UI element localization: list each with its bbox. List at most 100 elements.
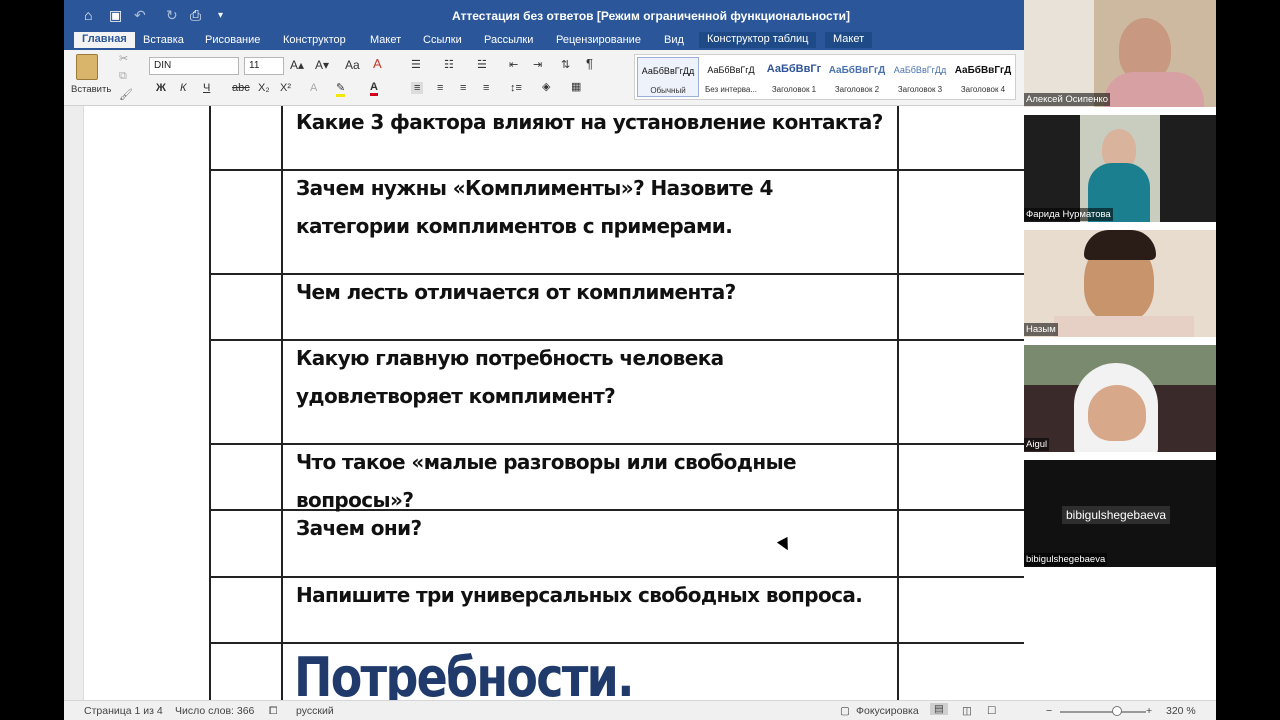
question-7: Напишите три универсальных свободных воп… xyxy=(296,583,863,607)
text-effects-icon[interactable]: A xyxy=(310,82,317,94)
format-painter-icon[interactable]: 🖌 xyxy=(119,88,133,101)
style-normal[interactable]: АаБбВвГгДд Обычный xyxy=(637,57,699,97)
save-icon[interactable]: ▣ xyxy=(109,7,122,24)
tab-view[interactable]: Вид xyxy=(664,34,684,46)
tab-review[interactable]: Рецензирование xyxy=(556,34,641,46)
customize-toolbar-icon[interactable]: ▾ xyxy=(218,10,223,21)
participant-tile[interactable]: Назым xyxy=(1024,230,1216,337)
tab-insert[interactable]: Вставка xyxy=(143,34,184,46)
participant-name: Фарида Нурматова xyxy=(1024,208,1113,221)
change-case-icon[interactable]: Aa xyxy=(345,58,360,72)
style-name: Без интерва... xyxy=(704,85,758,94)
decrease-indent-icon[interactable]: ⇤ xyxy=(509,58,518,71)
font-name-select[interactable]: DIN xyxy=(149,57,239,75)
show-marks-icon[interactable]: ¶ xyxy=(586,56,593,71)
borders-icon[interactable]: ▦ xyxy=(571,80,581,93)
read-mode-icon[interactable]: ☐ xyxy=(987,705,996,717)
question-2: Зачем нужны «Комплименты»? Назовите 4 ка… xyxy=(296,176,773,238)
justify-icon[interactable]: ≡ xyxy=(483,82,489,94)
question-3: Чем лесть отличается от комплимента? xyxy=(296,280,736,304)
line-spacing-icon[interactable]: ↕≡ xyxy=(510,82,522,94)
redo-icon[interactable]: ↻ xyxy=(166,7,178,24)
proofing-icon[interactable]: ⧠ xyxy=(269,705,277,718)
question-5: Что такое «малые разговоры или свободные… xyxy=(296,450,797,512)
tab-table-layout[interactable]: Макет xyxy=(825,32,873,48)
highlight-icon[interactable]: ✎ xyxy=(336,81,346,97)
participant-face xyxy=(1088,385,1146,441)
focus-icon[interactable]: ▢ xyxy=(840,705,850,717)
page-count[interactable]: Страница 1 из 4 xyxy=(84,705,163,717)
participant-name: Назым xyxy=(1024,323,1058,336)
bullets-icon[interactable]: ☰ xyxy=(411,58,421,71)
style-sample: АаБбВвГгДд xyxy=(893,65,947,75)
shading-icon[interactable]: ◈ xyxy=(542,80,550,93)
shrink-font-icon[interactable]: A▾ xyxy=(315,58,329,72)
style-sample: АаБбВвГгД xyxy=(954,65,1012,76)
increase-indent-icon[interactable]: ⇥ xyxy=(533,58,542,71)
superscript-icon[interactable]: X² xyxy=(280,82,291,94)
participant-tile[interactable]: bibigulshegebaeva bibigulshegebaeva xyxy=(1024,460,1216,567)
multilevel-list-icon[interactable]: ☱ xyxy=(477,58,487,71)
focus-mode[interactable]: Фокусировка xyxy=(856,705,919,717)
participant-tile[interactable]: Алексей Осипенко xyxy=(1024,0,1216,107)
zoom-in-icon[interactable]: + xyxy=(1146,705,1152,717)
home-icon[interactable]: ⌂ xyxy=(84,7,92,23)
bold-icon[interactable]: Ж xyxy=(156,82,166,94)
style-no-spacing[interactable]: АаБбВвГгД Без интерва... xyxy=(700,57,762,97)
underline-icon[interactable]: Ч xyxy=(203,82,210,94)
clear-formatting-icon[interactable]: A xyxy=(373,56,382,71)
zoom-out-icon[interactable]: − xyxy=(1046,705,1052,717)
participant-body xyxy=(1104,72,1204,107)
align-center-icon[interactable]: ≡ xyxy=(437,82,443,94)
participant-name: Алексей Осипенко xyxy=(1024,93,1111,106)
participant-body xyxy=(1054,316,1194,337)
style-sample: АаБбВвГг xyxy=(766,63,822,75)
grow-font-icon[interactable]: A▴ xyxy=(290,58,304,72)
style-heading-4[interactable]: АаБбВвГгД Заголовок 4 xyxy=(952,57,1014,97)
style-sample: АаБбВвГгД xyxy=(828,65,886,76)
style-heading-3[interactable]: АаБбВвГгДд Заголовок 3 xyxy=(889,57,951,97)
tab-table-design[interactable]: Конструктор таблиц xyxy=(699,32,817,48)
web-layout-icon[interactable]: ◫ xyxy=(962,705,972,717)
participant-tile[interactable]: Фарида Нурматова xyxy=(1024,115,1216,222)
zoom-slider[interactable] xyxy=(1060,711,1146,713)
subscript-icon[interactable]: X₂ xyxy=(258,82,270,94)
print-icon[interactable]: ⎙ xyxy=(190,7,201,24)
zoom-slider-handle[interactable] xyxy=(1112,706,1122,716)
strikethrough-icon[interactable]: abc xyxy=(232,82,250,94)
participant-face xyxy=(1119,18,1171,80)
tab-layout[interactable]: Макет xyxy=(370,34,401,46)
undo-icon[interactable]: ↶ xyxy=(134,7,146,24)
cut-icon[interactable]: ✂ xyxy=(119,52,128,65)
style-name: Заголовок 2 xyxy=(834,85,880,94)
print-layout-icon[interactable]: ▤ xyxy=(930,703,948,715)
numbering-icon[interactable]: ☷ xyxy=(444,58,454,71)
tab-design[interactable]: Конструктор xyxy=(283,34,346,46)
align-right-icon[interactable]: ≡ xyxy=(460,82,466,94)
table-border xyxy=(281,106,283,700)
paste-label[interactable]: Вставить xyxy=(71,84,111,95)
font-size-value: 11 xyxy=(249,60,260,71)
italic-icon[interactable]: К xyxy=(180,82,186,94)
sort-icon[interactable]: ⇅ xyxy=(561,58,570,71)
tab-mailings[interactable]: Рассылки xyxy=(484,34,533,46)
align-left-icon[interactable]: ≡ xyxy=(411,82,424,94)
table-border xyxy=(897,106,899,700)
copy-icon[interactable]: ⧉ xyxy=(119,70,127,83)
style-heading-2[interactable]: АаБбВвГгД Заголовок 2 xyxy=(826,57,888,97)
paste-icon[interactable] xyxy=(76,54,98,80)
tab-draw[interactable]: Рисование xyxy=(205,34,260,46)
question-4: Какую главную потребность человека удовл… xyxy=(296,346,724,408)
font-color-icon[interactable]: A xyxy=(370,81,378,96)
tab-home[interactable]: Главная xyxy=(74,32,135,48)
style-heading-1[interactable]: АаБбВвГг Заголовок 1 xyxy=(763,57,825,97)
question-6: Зачем они? xyxy=(296,516,422,540)
font-size-select[interactable]: 11 xyxy=(244,57,284,75)
word-count[interactable]: Число слов: 366 xyxy=(175,705,254,717)
style-name: Обычный xyxy=(650,86,686,95)
language-label[interactable]: русский xyxy=(296,705,334,717)
zoom-level[interactable]: 320 % xyxy=(1166,705,1196,717)
background-wall xyxy=(1024,0,1094,107)
participant-tile[interactable]: Aigul xyxy=(1024,345,1216,452)
tab-references[interactable]: Ссылки xyxy=(423,34,462,46)
